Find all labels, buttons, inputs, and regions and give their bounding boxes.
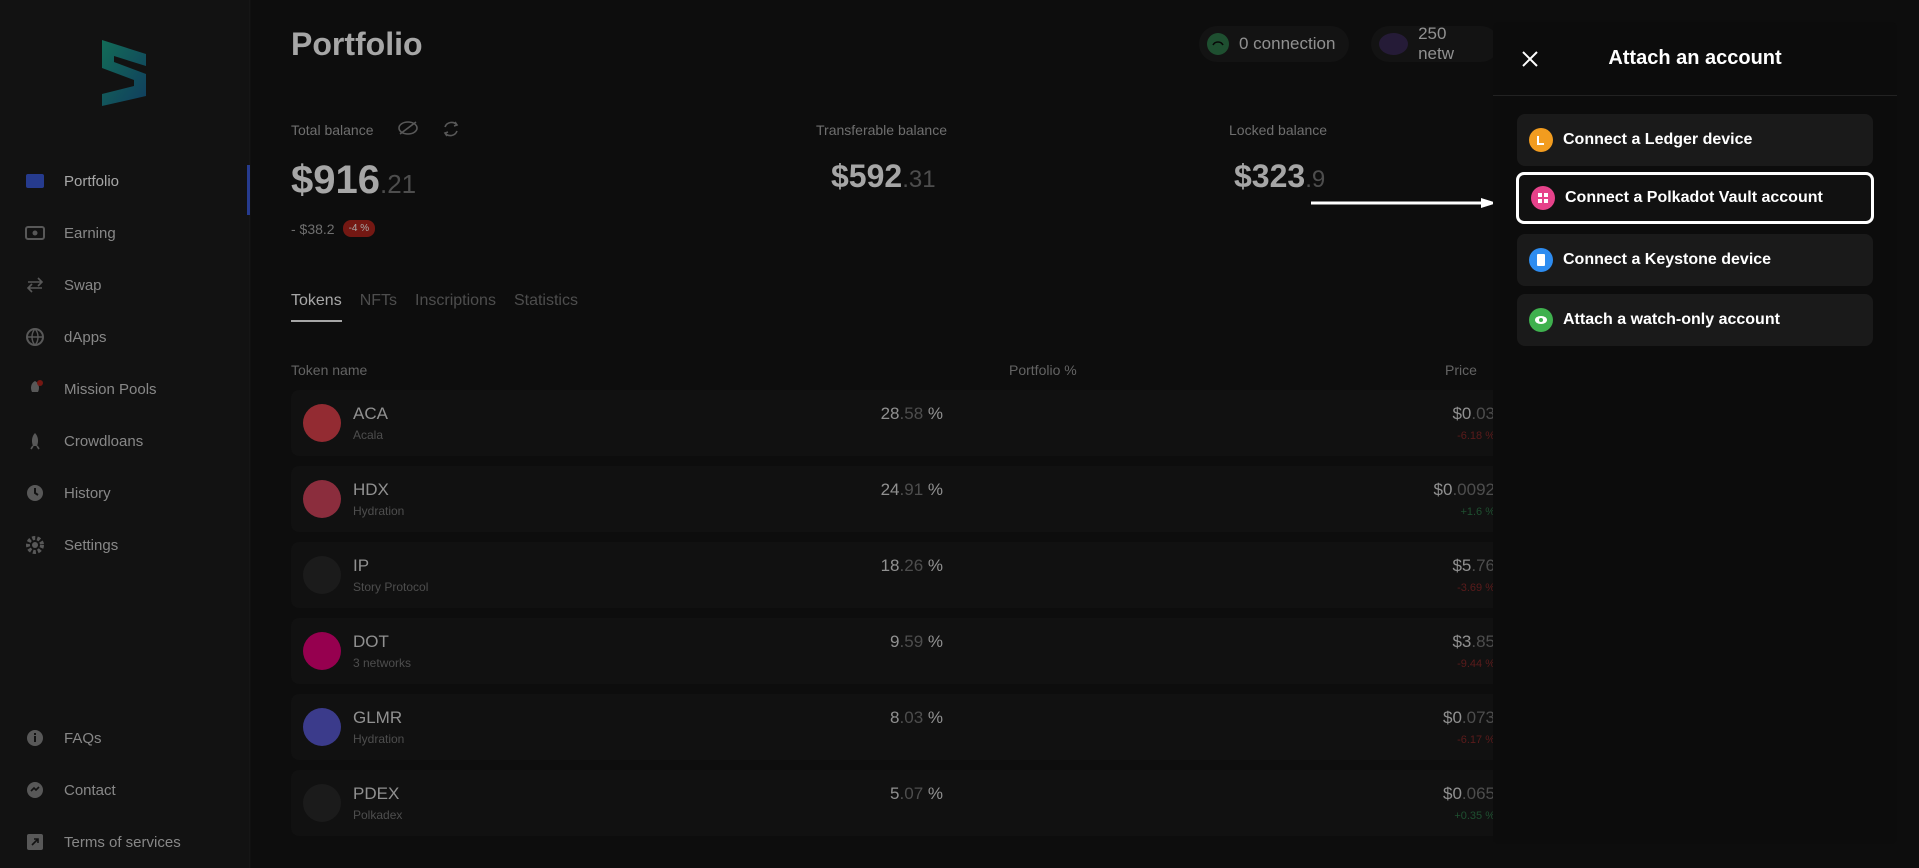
keystone-icon xyxy=(1529,248,1553,272)
app-root: Portfolio Earning Swap dApps Mission Poo… xyxy=(0,0,1919,868)
ledger-icon xyxy=(1529,128,1553,152)
annotation-arrow xyxy=(1311,198,1497,208)
attach-watch-only-button[interactable]: Attach a watch-only account xyxy=(1517,294,1873,346)
connect-polkadot-vault-button[interactable]: Connect a Polkadot Vault account xyxy=(1516,172,1874,224)
option-label: Attach a watch-only account xyxy=(1563,311,1780,328)
vault-icon xyxy=(1531,186,1555,210)
option-label: Connect a Polkadot Vault account xyxy=(1565,189,1823,206)
option-label: Connect a Ledger device xyxy=(1563,131,1753,148)
eye-icon xyxy=(1529,308,1553,332)
connect-ledger-button[interactable]: Connect a Ledger device xyxy=(1517,114,1873,166)
connect-keystone-button[interactable]: Connect a Keystone device xyxy=(1517,234,1873,286)
attach-account-modal: Attach an account Connect a Ledger devic… xyxy=(1493,22,1897,844)
modal-title: Attach an account xyxy=(1608,47,1782,69)
option-label: Connect a Keystone device xyxy=(1563,251,1772,268)
modal-header: Attach an account xyxy=(1493,22,1897,96)
